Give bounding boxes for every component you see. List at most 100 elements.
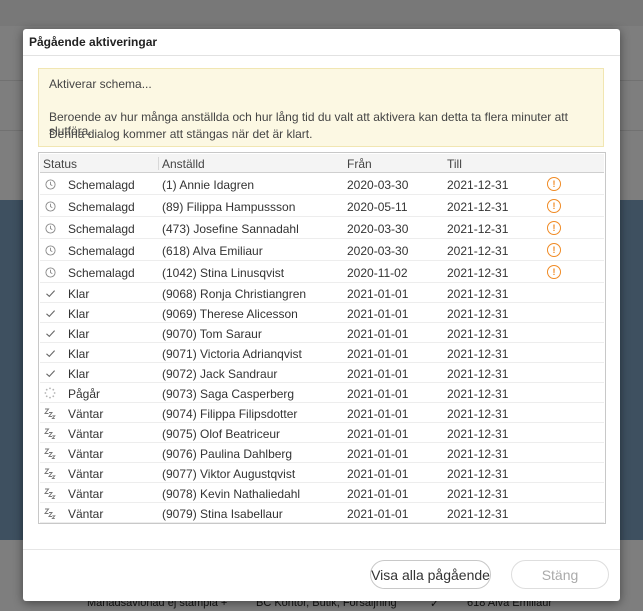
employee-cell: (9068) Ronja Christiangren (162, 287, 307, 301)
table-row[interactable]: Schemalagd (1042) Stina Linusqvist 2020-11… (40, 261, 604, 283)
clock-icon (44, 266, 56, 278)
employee-cell: (9076) Paulina Dahlberg (162, 447, 293, 461)
from-date-cell: 2021-01-01 (347, 367, 409, 381)
status-cell: Väntar (68, 487, 104, 501)
check-icon (44, 347, 56, 359)
table-header: Status Anställd Från Till (40, 154, 604, 173)
to-date-cell: 2021-12-31 (447, 307, 509, 321)
table-row[interactable]: Schemalagd (89) Filippa Hampussson 2020-05… (40, 195, 604, 217)
close-button[interactable]: Stäng (511, 560, 609, 589)
employee-cell: (9071) Victoria Adrianqvist (162, 347, 302, 361)
waiting-icon (44, 487, 56, 499)
column-header-employee[interactable]: Anställd (162, 157, 205, 171)
column-header-from[interactable]: Från (347, 157, 372, 171)
activation-dialog: Pågående aktiveringar Aktiverar schema..… (23, 29, 620, 601)
to-date-cell: 2021-12-31 (447, 347, 509, 361)
to-date-cell: 2021-12-31 (447, 487, 509, 501)
table-row[interactable]: Väntar (9075) Olof Beatriceur 2021-01-01 20… (40, 423, 604, 443)
info-message: Aktiverar schema... Beroende av hur mång… (38, 68, 604, 147)
waiting-icon (44, 427, 56, 439)
from-date-cell: 2021-01-01 (347, 407, 409, 421)
to-date-cell: 2021-12-31 (447, 200, 509, 214)
show-all-button[interactable]: Visa alla pågående (370, 560, 491, 589)
waiting-icon (44, 467, 56, 479)
warning-icon[interactable]: ! (547, 243, 561, 257)
column-header-to[interactable]: Till (447, 157, 462, 171)
status-cell: Klar (68, 367, 90, 381)
waiting-icon (44, 447, 56, 459)
to-date-cell: 2021-12-31 (447, 367, 509, 381)
from-date-cell: 2021-01-01 (347, 287, 409, 301)
table-row[interactable]: Klar (9070) Tom Saraur 2021-01-01 2021-12-3… (40, 323, 604, 343)
to-date-cell: 2021-12-31 (447, 327, 509, 341)
waiting-icon (44, 507, 56, 519)
to-date-cell: 2021-12-31 (447, 467, 509, 481)
to-date-cell: 2021-12-31 (447, 244, 509, 258)
to-date-cell: 2021-12-31 (447, 266, 509, 280)
spinner-icon (44, 387, 56, 399)
from-date-cell: 2021-01-01 (347, 347, 409, 361)
clock-icon (44, 200, 56, 212)
footer-divider (23, 549, 620, 550)
from-date-cell: 2021-01-01 (347, 327, 409, 341)
from-date-cell: 2020-03-30 (347, 244, 409, 258)
table-row[interactable]: Klar (9071) Victoria Adrianqvist 2021-01-0… (40, 343, 604, 363)
from-date-cell: 2021-01-01 (347, 467, 409, 481)
warning-icon[interactable]: ! (547, 221, 561, 235)
status-cell: Pågår (68, 387, 101, 401)
employee-cell: (1042) Stina Linusqvist (162, 266, 285, 280)
clock-icon (44, 244, 56, 256)
employee-cell: (9072) Jack Sandraur (162, 367, 278, 381)
clock-icon (44, 222, 56, 234)
dialog-title: Pågående aktiveringar (29, 35, 158, 49)
from-date-cell: 2021-01-01 (347, 307, 409, 321)
status-cell: Klar (68, 307, 90, 321)
status-cell: Klar (68, 347, 90, 361)
warning-icon[interactable]: ! (547, 199, 561, 213)
table-row[interactable]: Schemalagd (618) Alva Emiliaur 2020-03-30 2… (40, 239, 604, 261)
table-row[interactable]: Pågår (9073) Saga Casperberg 2021-01-01 202… (40, 383, 604, 403)
to-date-cell: 2021-12-31 (447, 507, 509, 521)
warning-icon[interactable]: ! (547, 177, 561, 191)
table-row[interactable]: Klar (9072) Jack Sandraur 2021-01-01 2021-1… (40, 363, 604, 383)
warning-icon[interactable]: ! (547, 265, 561, 279)
table-row[interactable]: Klar (9069) Therese Alicesson 2021-01-01 20… (40, 303, 604, 323)
status-cell: Schemalagd (68, 222, 135, 236)
status-cell: Klar (68, 327, 90, 341)
status-cell: Väntar (68, 447, 104, 461)
status-cell: Schemalagd (68, 244, 135, 258)
table-row[interactable]: Väntar (9076) Paulina Dahlberg 2021-01-01 2… (40, 443, 604, 463)
column-separator (158, 157, 159, 170)
table-row[interactable]: Väntar (9078) Kevin Nathaliedahl 2021-01-0… (40, 483, 604, 503)
employee-cell: (9079) Stina Isabellaur (162, 507, 283, 521)
status-cell: Schemalagd (68, 200, 135, 214)
table-row[interactable]: Schemalagd (1) Annie Idagren 2020-03-30 202… (40, 173, 604, 195)
status-cell: Schemalagd (68, 266, 135, 280)
status-cell: Klar (68, 287, 90, 301)
table-row[interactable]: Väntar (9079) Stina Isabellaur 2021-01-01 2… (40, 503, 604, 523)
from-date-cell: 2021-01-01 (347, 427, 409, 441)
from-date-cell: 2021-01-01 (347, 487, 409, 501)
check-icon (44, 327, 56, 339)
check-icon (44, 287, 56, 299)
table-row[interactable]: Väntar (9074) Filippa Filipsdotter 2021-01… (40, 403, 604, 423)
clock-icon (44, 178, 56, 190)
status-cell: Väntar (68, 427, 104, 441)
from-date-cell: 2020-03-30 (347, 178, 409, 192)
from-date-cell: 2020-03-30 (347, 222, 409, 236)
status-cell: Väntar (68, 507, 104, 521)
employee-cell: (618) Alva Emiliaur (162, 244, 263, 258)
from-date-cell: 2020-11-02 (347, 266, 408, 280)
table-row[interactable]: Klar (9068) Ronja Christiangren 2021-01-01… (40, 283, 604, 303)
employee-cell: (9074) Filippa Filipsdotter (162, 407, 298, 421)
check-icon (44, 367, 56, 379)
info-line: Aktiverar schema... (49, 77, 152, 91)
employee-cell: (9073) Saga Casperberg (162, 387, 295, 401)
table-row[interactable]: Schemalagd (473) Josefine Sannadahl 2020-0… (40, 217, 604, 239)
table-row[interactable]: Väntar (9077) Viktor Augustqvist 2021-01-0… (40, 463, 604, 483)
employee-cell: (1) Annie Idagren (162, 178, 255, 192)
to-date-cell: 2021-12-31 (447, 407, 509, 421)
column-header-status[interactable]: Status (43, 157, 77, 171)
to-date-cell: 2021-12-31 (447, 287, 509, 301)
from-date-cell: 2021-01-01 (347, 447, 409, 461)
